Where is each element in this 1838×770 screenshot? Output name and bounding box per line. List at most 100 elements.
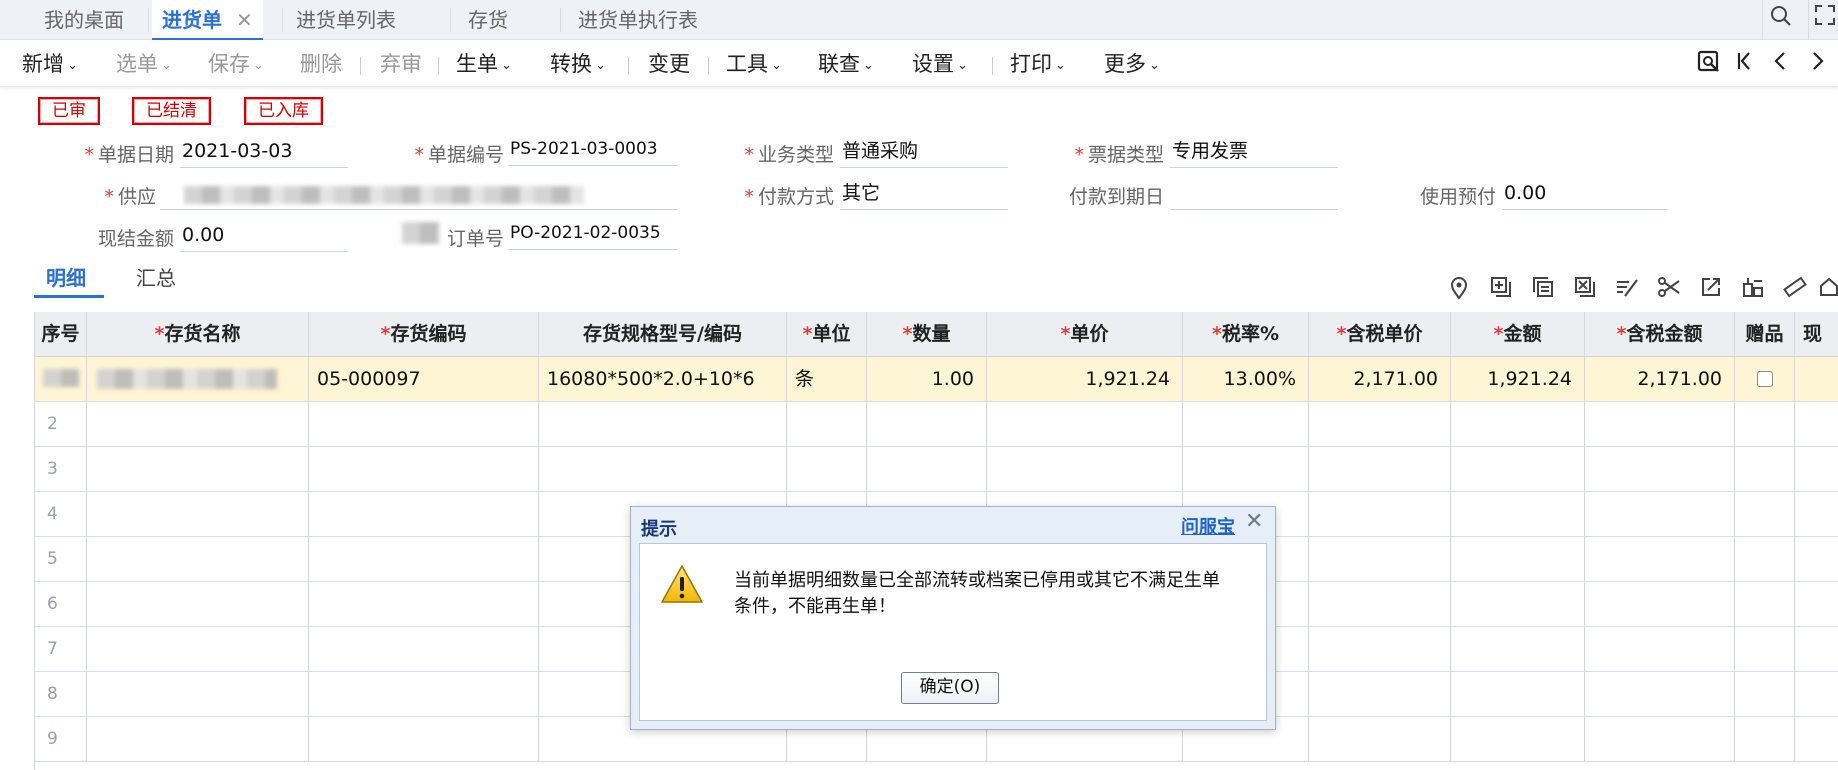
grid-cell[interactable] (1309, 537, 1451, 581)
table-row[interactable]: 05-000097 16080*500*2.0+10*6 条 1.00 1,92… (35, 357, 1838, 402)
item-amount-cell[interactable]: 1,921.24 (1451, 357, 1585, 401)
biz-type-field[interactable]: 普通采购 (840, 134, 1008, 168)
grid-cell[interactable] (87, 582, 309, 626)
grid-cell[interactable] (87, 447, 309, 491)
grid-cell[interactable] (1451, 672, 1585, 716)
item-spec-cell[interactable]: 16080*500*2.0+10*6 (539, 357, 787, 401)
tab-inventory[interactable]: 存货 (458, 0, 518, 40)
col-header-amount[interactable]: *金额 (1451, 312, 1585, 356)
grid-cell[interactable] (309, 447, 539, 491)
grid-cell[interactable] (1309, 717, 1451, 761)
first-page-icon[interactable] (1730, 49, 1760, 79)
item-tax-price-cell[interactable]: 2,171.00 (1309, 357, 1451, 401)
supplier-field[interactable] (160, 176, 678, 210)
doc-date-field[interactable]: 2021-03-03 (180, 134, 348, 168)
grid-cell[interactable] (87, 402, 309, 446)
home-icon[interactable] (1818, 276, 1838, 306)
grid-cell[interactable] (87, 537, 309, 581)
grid-cell[interactable] (309, 492, 539, 536)
item-name-cell[interactable] (87, 357, 309, 401)
column-layout-icon[interactable] (1738, 276, 1768, 306)
save-button[interactable]: 保存 ⌄ (208, 41, 264, 87)
tab-purchase-receipt[interactable]: 进货单 ✕ (152, 0, 263, 40)
grid-cell[interactable] (539, 447, 787, 491)
grid-cell[interactable] (87, 672, 309, 716)
help-link[interactable]: 问服宝 (1181, 513, 1235, 539)
tab-receipt-exec-report[interactable]: 进货单执行表 (568, 0, 708, 40)
change-button[interactable]: 变更 (648, 41, 690, 87)
ok-button[interactable]: 确定(O) (901, 672, 999, 704)
grid-cell[interactable] (1795, 537, 1838, 581)
pay-method-field[interactable]: 其它 (840, 176, 1008, 210)
grid-cell[interactable] (1735, 582, 1795, 626)
item-tax-cell[interactable]: 13.00% (1183, 357, 1309, 401)
grid-cell[interactable] (1451, 717, 1585, 761)
grid-cell[interactable] (309, 672, 539, 716)
tools-button[interactable]: 工具 ⌄ (726, 41, 782, 87)
prepay-field[interactable]: 0.00 (1502, 176, 1668, 210)
grid-cell[interactable] (87, 492, 309, 536)
grid-cell[interactable] (1585, 402, 1735, 446)
grid-cell[interactable] (1183, 447, 1309, 491)
close-icon[interactable]: ✕ (1245, 509, 1263, 534)
po-no-field[interactable]: PO-2021-02-0035 (508, 216, 678, 250)
grid-cell[interactable] (87, 627, 309, 671)
gift-checkbox[interactable] (1756, 371, 1773, 387)
next-page-icon[interactable] (1802, 49, 1832, 79)
doc-no-field[interactable]: PS-2021-03-0003 (508, 132, 678, 166)
insert-row-icon[interactable] (1486, 276, 1516, 306)
split-icon[interactable] (1654, 276, 1684, 306)
item-unit-cell[interactable]: 条 (787, 357, 867, 401)
grid-cell[interactable] (1309, 447, 1451, 491)
grid-cell[interactable] (1735, 537, 1795, 581)
grid-cell[interactable] (1451, 537, 1585, 581)
grid-cell[interactable] (1795, 492, 1838, 536)
grid-cell[interactable] (1735, 447, 1795, 491)
delete-row-icon[interactable] (1570, 276, 1600, 306)
grid-cell[interactable] (1585, 582, 1735, 626)
grid-cell[interactable] (867, 447, 987, 491)
delete-button[interactable]: 删除 (300, 41, 342, 87)
grid-cell[interactable] (1735, 717, 1795, 761)
select-button[interactable]: 选单 ⌄ (116, 41, 172, 87)
grid-cell[interactable] (1585, 537, 1735, 581)
item-price-cell[interactable]: 1,921.24 (987, 357, 1183, 401)
grid-cell[interactable] (1795, 447, 1838, 491)
col-header-qty[interactable]: *数量 (867, 312, 987, 356)
grid-cell[interactable] (1585, 627, 1735, 671)
print-button[interactable]: 打印 ⌄ (1010, 41, 1066, 87)
copy-row-icon[interactable] (1528, 276, 1558, 306)
batch-edit-icon[interactable] (1612, 276, 1642, 306)
grid-cell[interactable] (1735, 492, 1795, 536)
grid-cell[interactable] (987, 402, 1183, 446)
grid-cell[interactable] (787, 402, 867, 446)
locate-doc-icon[interactable] (1694, 49, 1724, 79)
grid-cell[interactable] (1451, 447, 1585, 491)
grid-cell[interactable] (1735, 402, 1795, 446)
location-pin-icon[interactable] (1444, 276, 1474, 306)
close-icon[interactable]: ✕ (236, 8, 253, 32)
col-header-price[interactable]: *单价 (987, 312, 1183, 356)
generate-button[interactable]: 生单 ⌄ (456, 41, 512, 87)
ruler-icon[interactable] (1780, 276, 1810, 306)
tab-receipt-list[interactable]: 进货单列表 (286, 0, 406, 40)
new-button[interactable]: 新增 ⌄ (22, 41, 78, 87)
grid-cell[interactable] (1309, 492, 1451, 536)
settings-button[interactable]: 设置 ⌄ (912, 41, 968, 87)
grid-cell[interactable] (1309, 672, 1451, 716)
col-header-unit[interactable]: *单位 (787, 312, 867, 356)
grid-cell[interactable] (1585, 447, 1735, 491)
fullscreen-icon[interactable] (1812, 4, 1838, 36)
grid-cell[interactable] (1795, 402, 1838, 446)
grid-cell[interactable] (1309, 582, 1451, 626)
subtab-detail[interactable]: 明细 (46, 262, 86, 291)
grid-cell[interactable] (1795, 627, 1838, 671)
grid-cell[interactable] (1795, 717, 1838, 761)
table-row[interactable]: 2 (35, 402, 1838, 447)
grid-cell[interactable] (1309, 402, 1451, 446)
grid-cell[interactable] (1795, 672, 1838, 716)
grid-cell[interactable] (1451, 582, 1585, 626)
grid-cell[interactable] (1585, 492, 1735, 536)
grid-cell[interactable] (1183, 402, 1309, 446)
item-code-cell[interactable]: 05-000097 (309, 357, 539, 401)
